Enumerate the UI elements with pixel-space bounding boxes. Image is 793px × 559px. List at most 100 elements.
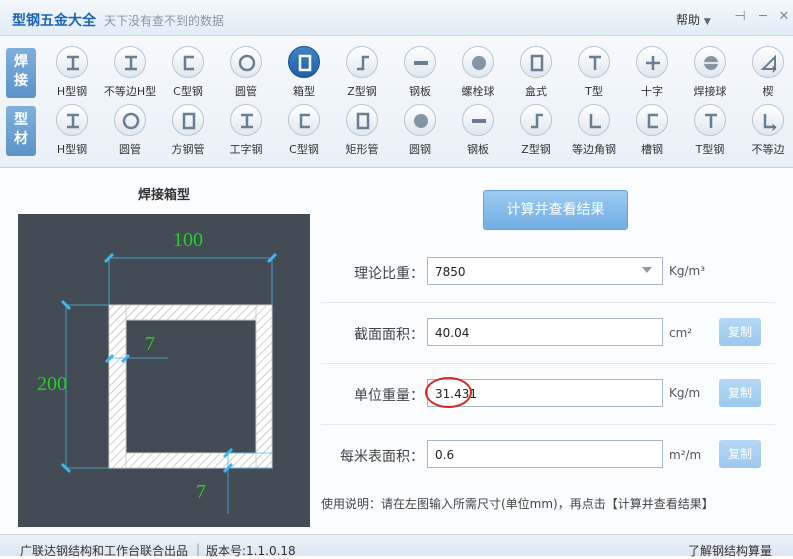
- close-button[interactable]: ✕: [776, 9, 792, 25]
- z-section-icon: [520, 104, 552, 136]
- tool-item-label: C型钢: [289, 143, 319, 156]
- tool-item-label: 矩形管: [345, 143, 379, 156]
- tool-item-label: 盒式: [525, 85, 547, 98]
- row-divider: [321, 302, 775, 303]
- tool-item-label: Z型钢: [347, 85, 377, 98]
- tool-item-unequal-h-beam[interactable]: 不等边H型: [101, 42, 159, 100]
- welded-ball-icon: [694, 46, 726, 78]
- tool-item-i-steel[interactable]: 工字钢: [217, 100, 275, 158]
- tool-item-angle-steel[interactable]: 等边角钢: [565, 100, 623, 158]
- learn-more-link[interactable]: 了解钢结构算量: [688, 542, 772, 559]
- c-channel-icon: [172, 46, 204, 78]
- copy-area-button[interactable]: 复制: [719, 318, 761, 346]
- copy-surface-area-button[interactable]: 复制: [719, 440, 761, 468]
- tool-item-wedge[interactable]: 楔: [739, 42, 793, 100]
- copy-unit-weight-button[interactable]: 复制: [719, 379, 761, 407]
- surface-area-label: 每米表面积：: [340, 449, 424, 465]
- tool-item-label: 箱型: [293, 85, 315, 98]
- tool-item-bolt-ball[interactable]: 螺栓球: [449, 42, 507, 100]
- box-type-icon: [520, 46, 552, 78]
- scroll-right-icon[interactable]: ›: [771, 117, 783, 137]
- z-section-icon: [346, 46, 378, 78]
- tab-profiles-label: 型 材: [14, 112, 28, 147]
- tool-item-z-section[interactable]: Z型钢: [507, 100, 565, 158]
- highlight-circle: [425, 377, 472, 408]
- tab-welded-label: 焊 接: [14, 54, 28, 89]
- app-title: 型钢五金大全: [12, 13, 96, 29]
- tool-item-label: 等边角钢: [572, 143, 616, 156]
- calculate-button[interactable]: 计算并查看结果: [483, 190, 628, 230]
- left-web: [108, 304, 127, 469]
- density-label: 理论比重：: [354, 266, 424, 282]
- area-unit: cm²: [669, 326, 693, 340]
- tool-item-steel-plate[interactable]: 钢板: [449, 100, 507, 158]
- tool-item-c-channel[interactable]: C型钢: [275, 100, 333, 158]
- tool-item-round-bar[interactable]: 圆钢: [391, 100, 449, 158]
- tool-item-rect-pipe[interactable]: 矩形管: [333, 100, 391, 158]
- tool-item-steel-plate[interactable]: 钢板: [391, 42, 449, 100]
- steel-plate-icon: [404, 46, 436, 78]
- tool-item-label: T型: [585, 85, 603, 98]
- tool-item-label: H型钢: [56, 143, 88, 156]
- i-beam-icon: [56, 104, 88, 136]
- rect-pipe-icon: [346, 104, 378, 136]
- tool-item-round-pipe[interactable]: 圆管: [101, 100, 159, 158]
- width-dimension[interactable]: 100: [173, 229, 203, 251]
- tool-item-t-section[interactable]: T型: [565, 42, 623, 100]
- round-bar-icon: [404, 104, 436, 136]
- tab-welded[interactable]: 焊 接: [6, 48, 36, 98]
- tool-item-label: 十字: [641, 85, 663, 98]
- tool-item-round-pipe[interactable]: 圆管: [217, 42, 275, 100]
- tool-item-c-channel[interactable]: C型钢: [159, 42, 217, 100]
- box-section-icon: [288, 46, 320, 78]
- i-beam-icon: [56, 46, 88, 78]
- help-label: 帮助: [676, 13, 701, 27]
- wall-thickness-dimension[interactable]: 7: [145, 333, 155, 355]
- tool-item-square-pipe[interactable]: 方钢管: [159, 100, 217, 158]
- tool-item-label: 工字钢: [229, 143, 263, 156]
- t-section-icon: [578, 46, 610, 78]
- chevron-down-icon[interactable]: [642, 267, 652, 273]
- status-divider: |: [196, 542, 201, 556]
- publisher-text: 广联达钢结构和工作台联合出品: [20, 544, 189, 558]
- status-bar: 广联达钢结构和工作台联合出品 | 版本号:1.1.0.18 了解钢结构算量: [0, 534, 793, 559]
- tool-item-i-beam[interactable]: H型钢: [43, 100, 101, 158]
- tool-item-label: 钢板: [467, 143, 489, 156]
- app-slogan: 天下没有查不到的数据: [104, 14, 225, 28]
- section-title: 焊接箱型: [137, 188, 190, 203]
- tool-item-t-steel[interactable]: T型钢: [681, 100, 739, 158]
- flange-thickness-dimension[interactable]: 7: [196, 481, 206, 503]
- area-label: 截面面积：: [354, 327, 424, 343]
- tool-item-label: 槽钢: [641, 143, 663, 156]
- density-select[interactable]: 7850: [427, 257, 663, 285]
- tool-item-box-section[interactable]: 箱型: [275, 42, 333, 100]
- c-channel-icon: [288, 104, 320, 136]
- tool-item-label: 圆管: [119, 143, 141, 156]
- angle-steel-icon: [578, 104, 610, 136]
- unit-weight-label: 单位重量：: [354, 388, 424, 404]
- height-dimension[interactable]: 200: [37, 373, 67, 395]
- channel-steel-icon: [636, 104, 668, 136]
- tool-item-i-beam[interactable]: H型钢: [43, 42, 101, 100]
- tool-item-box-type[interactable]: 盒式: [507, 42, 565, 100]
- tool-item-label: 圆管: [235, 85, 257, 98]
- unequal-h-beam-icon: [114, 46, 146, 78]
- round-pipe-icon: [230, 46, 262, 78]
- surface-area-field[interactable]: 0.6: [427, 440, 663, 468]
- help-menu[interactable]: 帮助 ▼: [676, 11, 711, 28]
- tab-profiles[interactable]: 型 材: [6, 106, 36, 156]
- tool-item-unequal-angle[interactable]: 不等边: [739, 100, 793, 158]
- tool-item-cross-section[interactable]: 十字: [623, 42, 681, 100]
- diagram-svg: 100 200 7 7: [37, 229, 278, 514]
- minimize-button[interactable]: ─: [755, 9, 771, 25]
- tool-item-channel-steel[interactable]: 槽钢: [623, 100, 681, 158]
- surface-area-unit: m²/m: [669, 448, 702, 462]
- area-field[interactable]: 40.04: [427, 318, 663, 346]
- scroll-right-icon[interactable]: ›: [771, 59, 783, 79]
- tool-item-label: 圆钢: [409, 143, 431, 156]
- tool-item-welded-ball[interactable]: 焊接球: [681, 42, 739, 100]
- chevron-down-icon: ▼: [703, 17, 711, 27]
- tool-item-z-section[interactable]: Z型钢: [333, 42, 391, 100]
- tool-item-label: 方钢管: [171, 143, 205, 156]
- pin-icon[interactable]: ⊣: [732, 9, 748, 25]
